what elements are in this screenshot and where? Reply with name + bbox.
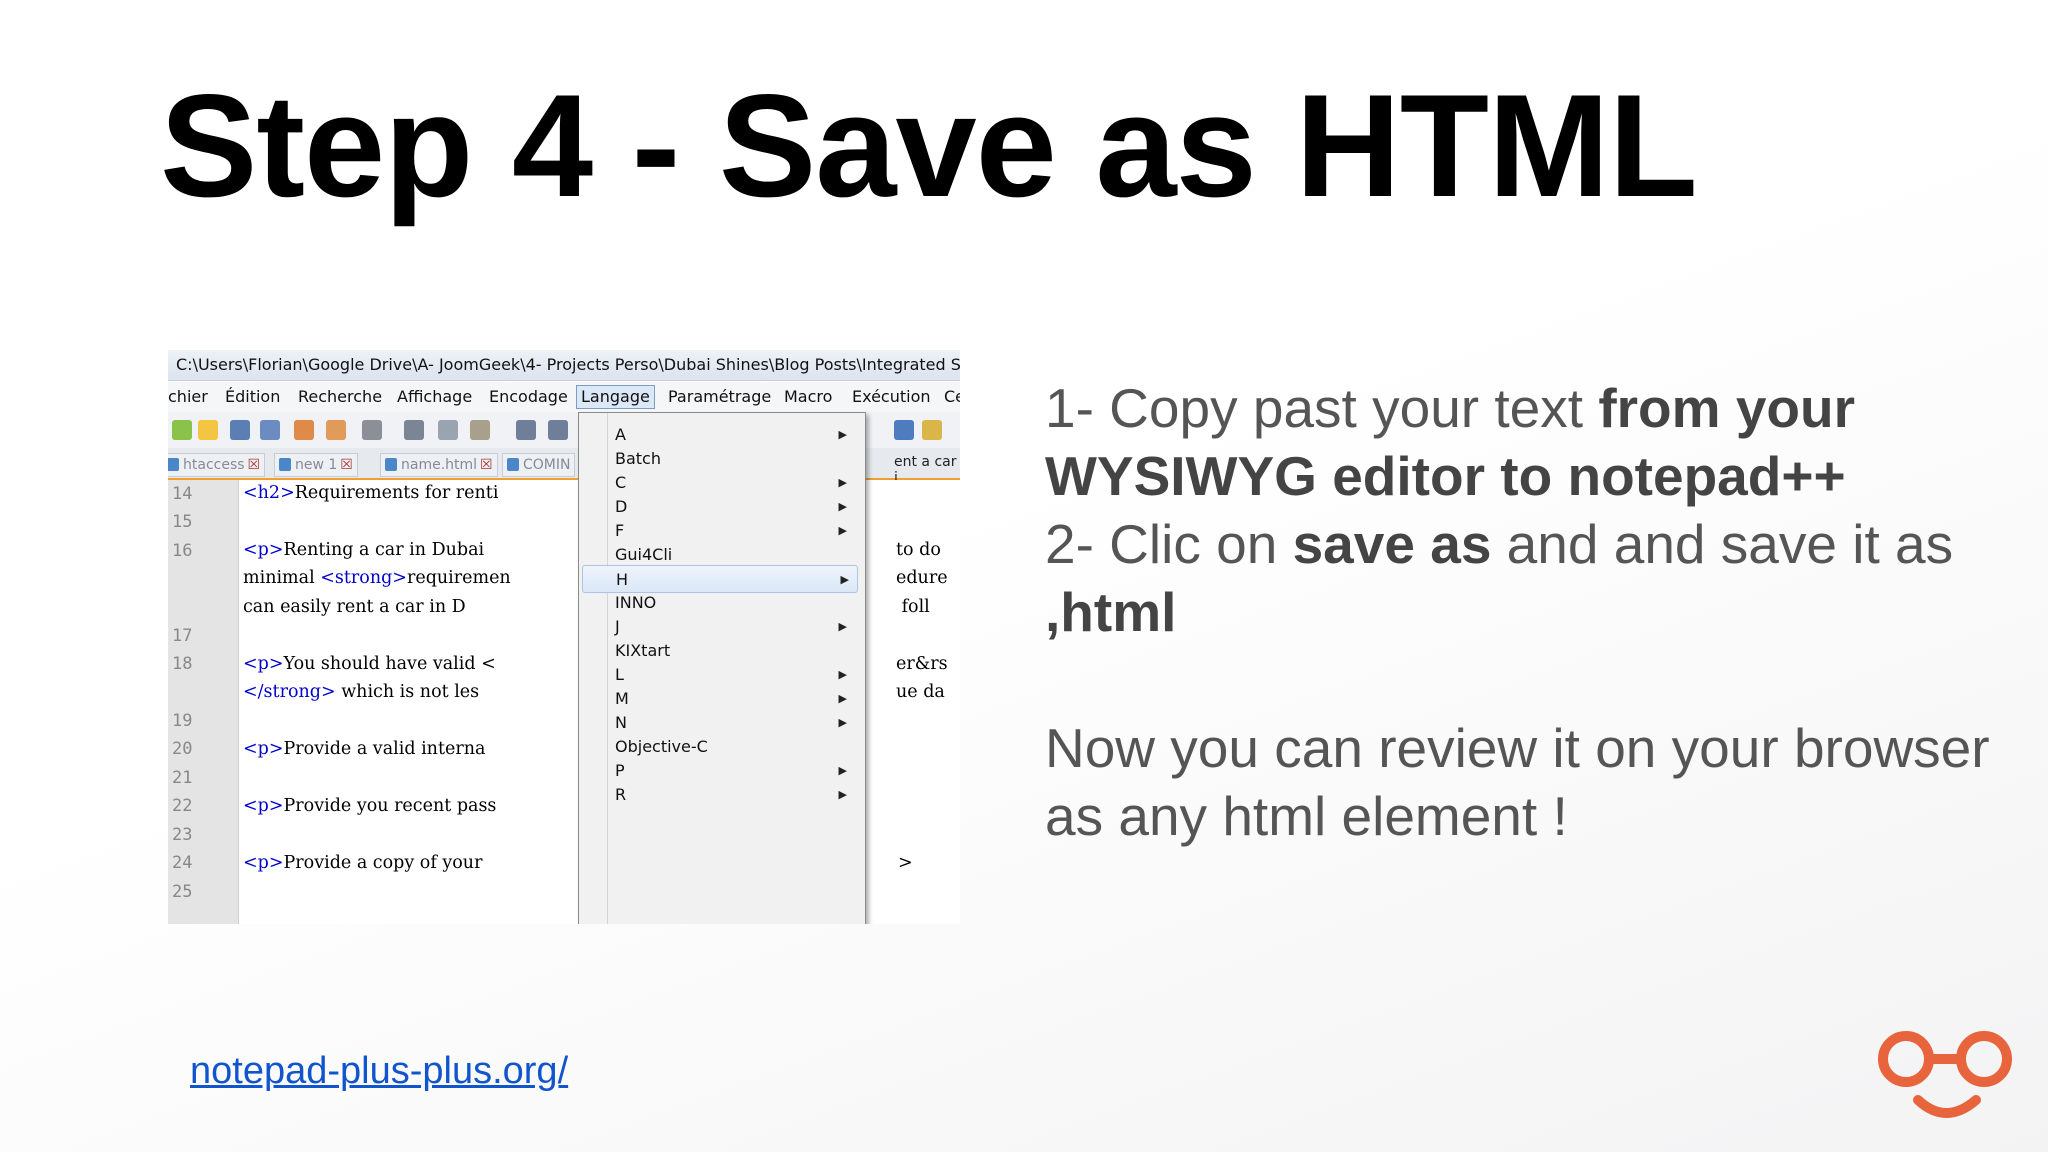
line-number: 19 xyxy=(172,711,193,731)
line-number: 15 xyxy=(172,512,193,532)
language-dropdown-menu: A ▶ Batch C ▶ D ▶ F ▶ Gui4Cli H ▶ INNO J ▶ KIX… xyxy=(578,412,866,924)
tab-label: new 1 xyxy=(295,457,338,473)
code-line: <h2>Requirements for renti xyxy=(243,483,499,503)
tab-label: name.html xyxy=(401,457,478,473)
menu-langage[interactable]: Langage xyxy=(576,385,655,409)
show-all-icon[interactable] xyxy=(922,420,942,440)
code-fragment: er&rs xyxy=(896,654,948,674)
line-number-gutter: 14 15 16 17 18 19 20 21 22 23 24 25 xyxy=(168,480,239,924)
code-fragment: foll xyxy=(896,597,930,617)
code-line: <p>Renting a car in Dubai xyxy=(243,540,490,560)
undo-icon[interactable] xyxy=(516,420,536,440)
tab-new-1[interactable]: new 1 ☒ xyxy=(274,453,358,477)
close-all-icon[interactable] xyxy=(326,420,346,440)
window-title: C:\Users\Florian\Google Drive\A- JoomGee… xyxy=(168,350,960,381)
code-fragment: to do xyxy=(896,540,941,560)
code-fragment: ue da xyxy=(896,682,945,702)
instructions: 1- Copy past your text from your WYSIWYG… xyxy=(1045,374,2005,850)
line-number: 17 xyxy=(172,626,193,646)
slide-title: Step 4 - Save as HTML xyxy=(160,64,1698,227)
menu-icon-strip xyxy=(607,413,608,924)
code-fragment: > xyxy=(898,853,913,873)
open-file-icon[interactable] xyxy=(198,420,218,440)
code-line: </strong> which is not les xyxy=(243,682,480,702)
line-number: 23 xyxy=(172,825,193,845)
line-number: 25 xyxy=(172,882,193,902)
code-line: minimal <strong>requiremen xyxy=(243,568,511,588)
menu-execution[interactable]: Exécution xyxy=(852,382,931,412)
code-line: <p>Provide you recent pass xyxy=(243,796,497,816)
line-number: 20 xyxy=(172,739,193,759)
menu-recherche[interactable]: Recherche xyxy=(298,382,382,412)
menu-fichier[interactable]: chier xyxy=(168,382,208,412)
wrap-icon[interactable] xyxy=(894,420,914,440)
tab-name-html[interactable]: name.html ☒ xyxy=(380,453,498,477)
close-tab-icon[interactable]: ☒ xyxy=(480,457,493,473)
close-tab-icon[interactable]: ☒ xyxy=(248,457,261,473)
code-line: <p>Provide a copy of your xyxy=(243,853,488,873)
redo-icon[interactable] xyxy=(548,420,568,440)
code-line: can easily rent a car in D xyxy=(243,597,466,617)
line-number: 22 xyxy=(172,796,193,816)
close-tab-icon[interactable]: ☒ xyxy=(340,457,353,473)
instruction-step-2: 2- Clic on save as and and save it as ,h… xyxy=(1045,513,1954,643)
tab-comin[interactable]: COMIN xyxy=(502,453,576,477)
notepad-plus-plus-link[interactable]: notepad-plus-plus.org/ xyxy=(190,1050,568,1093)
line-number: 14 xyxy=(172,484,193,504)
copy-icon[interactable] xyxy=(438,420,458,440)
line-number: 21 xyxy=(172,768,193,788)
tab-htaccess[interactable]: htaccess ☒ xyxy=(168,453,266,477)
menu-bar: chier Édition Recherche Affichage Encoda… xyxy=(168,382,960,412)
code-line: <p>You should have valid < xyxy=(243,654,496,674)
line-number: 16 xyxy=(172,541,193,561)
tab-label: htaccess xyxy=(183,457,245,473)
save-icon[interactable] xyxy=(230,420,250,440)
paste-icon[interactable] xyxy=(470,420,490,440)
instruction-review: Now you can review it on your browser as… xyxy=(1045,717,1990,847)
notepad-screenshot: C:\Users\Florian\Google Drive\A- JoomGee… xyxy=(168,350,960,924)
line-number: 18 xyxy=(172,654,193,674)
code-line: <p>Provide a valid interna xyxy=(243,739,486,759)
new-file-icon[interactable] xyxy=(172,420,192,440)
line-number: 24 xyxy=(172,853,193,873)
print-icon[interactable] xyxy=(362,420,382,440)
save-all-icon[interactable] xyxy=(260,420,280,440)
instruction-step-1: 1- Copy past your text from your WYSIWYG… xyxy=(1045,377,1855,507)
close-icon[interactable] xyxy=(294,420,314,440)
menu-more[interactable]: Ce xyxy=(944,382,960,412)
cut-icon[interactable] xyxy=(404,420,424,440)
menu-edition[interactable]: Édition xyxy=(225,382,280,412)
glasses-smile-logo-icon xyxy=(1878,1031,2012,1118)
menu-affichage[interactable]: Affichage xyxy=(397,382,472,412)
menu-parametrage[interactable]: Paramétrage xyxy=(668,382,771,412)
menu-item-r[interactable]: R ▶ xyxy=(615,781,855,809)
menu-encodage[interactable]: Encodage xyxy=(489,382,568,412)
tab-label: COMIN xyxy=(523,457,571,473)
menu-macro[interactable]: Macro xyxy=(784,382,832,412)
code-fragment: edure xyxy=(896,568,948,588)
